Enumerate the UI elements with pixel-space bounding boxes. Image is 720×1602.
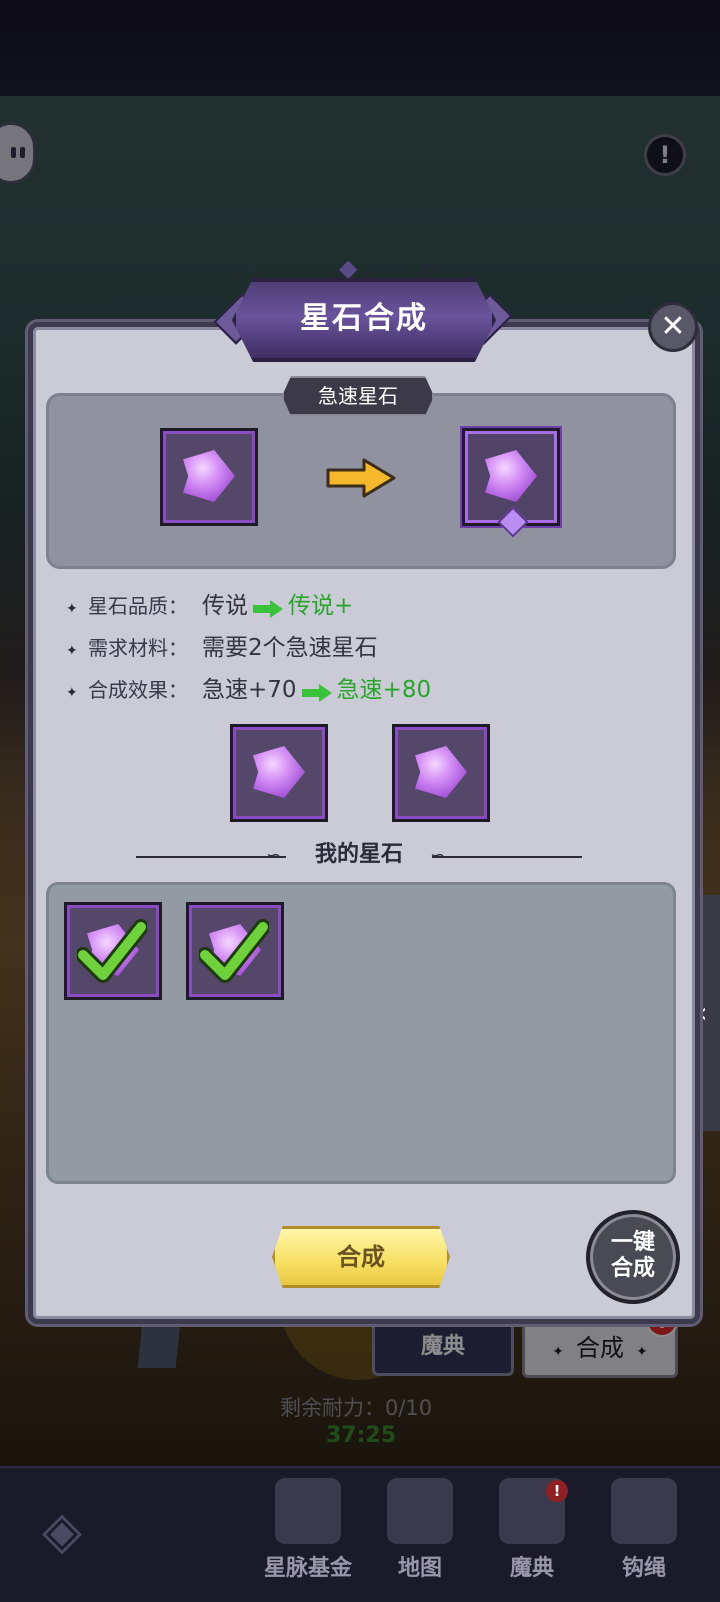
checkmark-icon [199, 919, 269, 983]
row-new-value: 传说+ [288, 593, 354, 619]
gem-icon [253, 746, 305, 798]
nav-label: 星脉基金 [263, 1556, 352, 1581]
result-gem-slot[interactable] [462, 428, 560, 538]
dialog-title: 星石合成 [232, 278, 496, 362]
material-gem-slot[interactable] [230, 724, 328, 822]
quality-row: ✦ 星石品质： 传说 传说+ [66, 589, 353, 623]
nav-item-map[interactable]: 地图 [370, 1478, 470, 1598]
gem-icon [485, 450, 537, 502]
nav-item-star-fund[interactable]: 星脉基金 [258, 1478, 358, 1598]
bullet-star-icon: ✦ [66, 685, 78, 701]
row-value: 急速+70 [202, 677, 297, 703]
material-row: ✦ 需求材料： 需要2个急速星石 [66, 631, 378, 665]
close-button[interactable]: ✕ [648, 302, 698, 352]
nav-label: 钩绳 [621, 1556, 666, 1581]
crown-icon: ◆ [339, 254, 358, 282]
green-arrow-icon [301, 683, 332, 702]
nav-label: 魔典 [509, 1556, 554, 1581]
map-icon [387, 1478, 453, 1544]
row-value: 传说 [202, 593, 248, 619]
compose-button[interactable]: 合成 [272, 1226, 450, 1288]
inventory-gem-slot[interactable] [64, 902, 162, 1000]
row-label: 星石品质： [88, 594, 188, 618]
gem-icon [183, 450, 235, 502]
nav-item-magic-book[interactable]: ! 魔典 [482, 1478, 582, 1598]
bullet-star-icon: ✦ [66, 601, 78, 617]
green-arrow-icon [253, 599, 283, 618]
gem-icon [415, 746, 467, 798]
nav-alert-badge: ! [546, 1480, 568, 1502]
row-value: 需要2个急速星石 [202, 635, 378, 661]
one-click-compose-button[interactable]: 一键 合成 [586, 1210, 680, 1304]
nav-label: 地图 [397, 1556, 442, 1581]
hook-icon [611, 1478, 677, 1544]
bullet-star-icon: ✦ [66, 643, 78, 659]
material-gem-slot[interactable] [392, 724, 490, 822]
close-icon: ✕ [660, 309, 686, 344]
bottom-nav: ◈ 星脉基金 地图 ! 魔典 钩绳 [0, 1466, 720, 1602]
game-logo-icon[interactable]: ◈ [22, 1498, 102, 1564]
row-new-value: 急速+80 [336, 677, 432, 703]
star-fund-icon [275, 1478, 341, 1544]
nav-item-hook-rope[interactable]: 钩绳 [594, 1478, 694, 1598]
arrow-right-icon [326, 458, 396, 498]
recipe-name: 急速星石 [282, 376, 434, 416]
one-click-line2: 合成 [610, 1256, 655, 1281]
source-gem-slot[interactable] [160, 428, 258, 526]
one-click-line1: 一键 [610, 1230, 655, 1255]
effect-row: ✦ 合成效果： 急速+70 急速+80 [66, 673, 431, 707]
row-label: 合成效果： [88, 678, 188, 702]
checkmark-icon [77, 919, 147, 983]
my-stones-title: 我的星石 [314, 842, 403, 867]
inventory-gem-slot[interactable] [186, 902, 284, 1000]
row-label: 需求材料： [88, 636, 188, 660]
